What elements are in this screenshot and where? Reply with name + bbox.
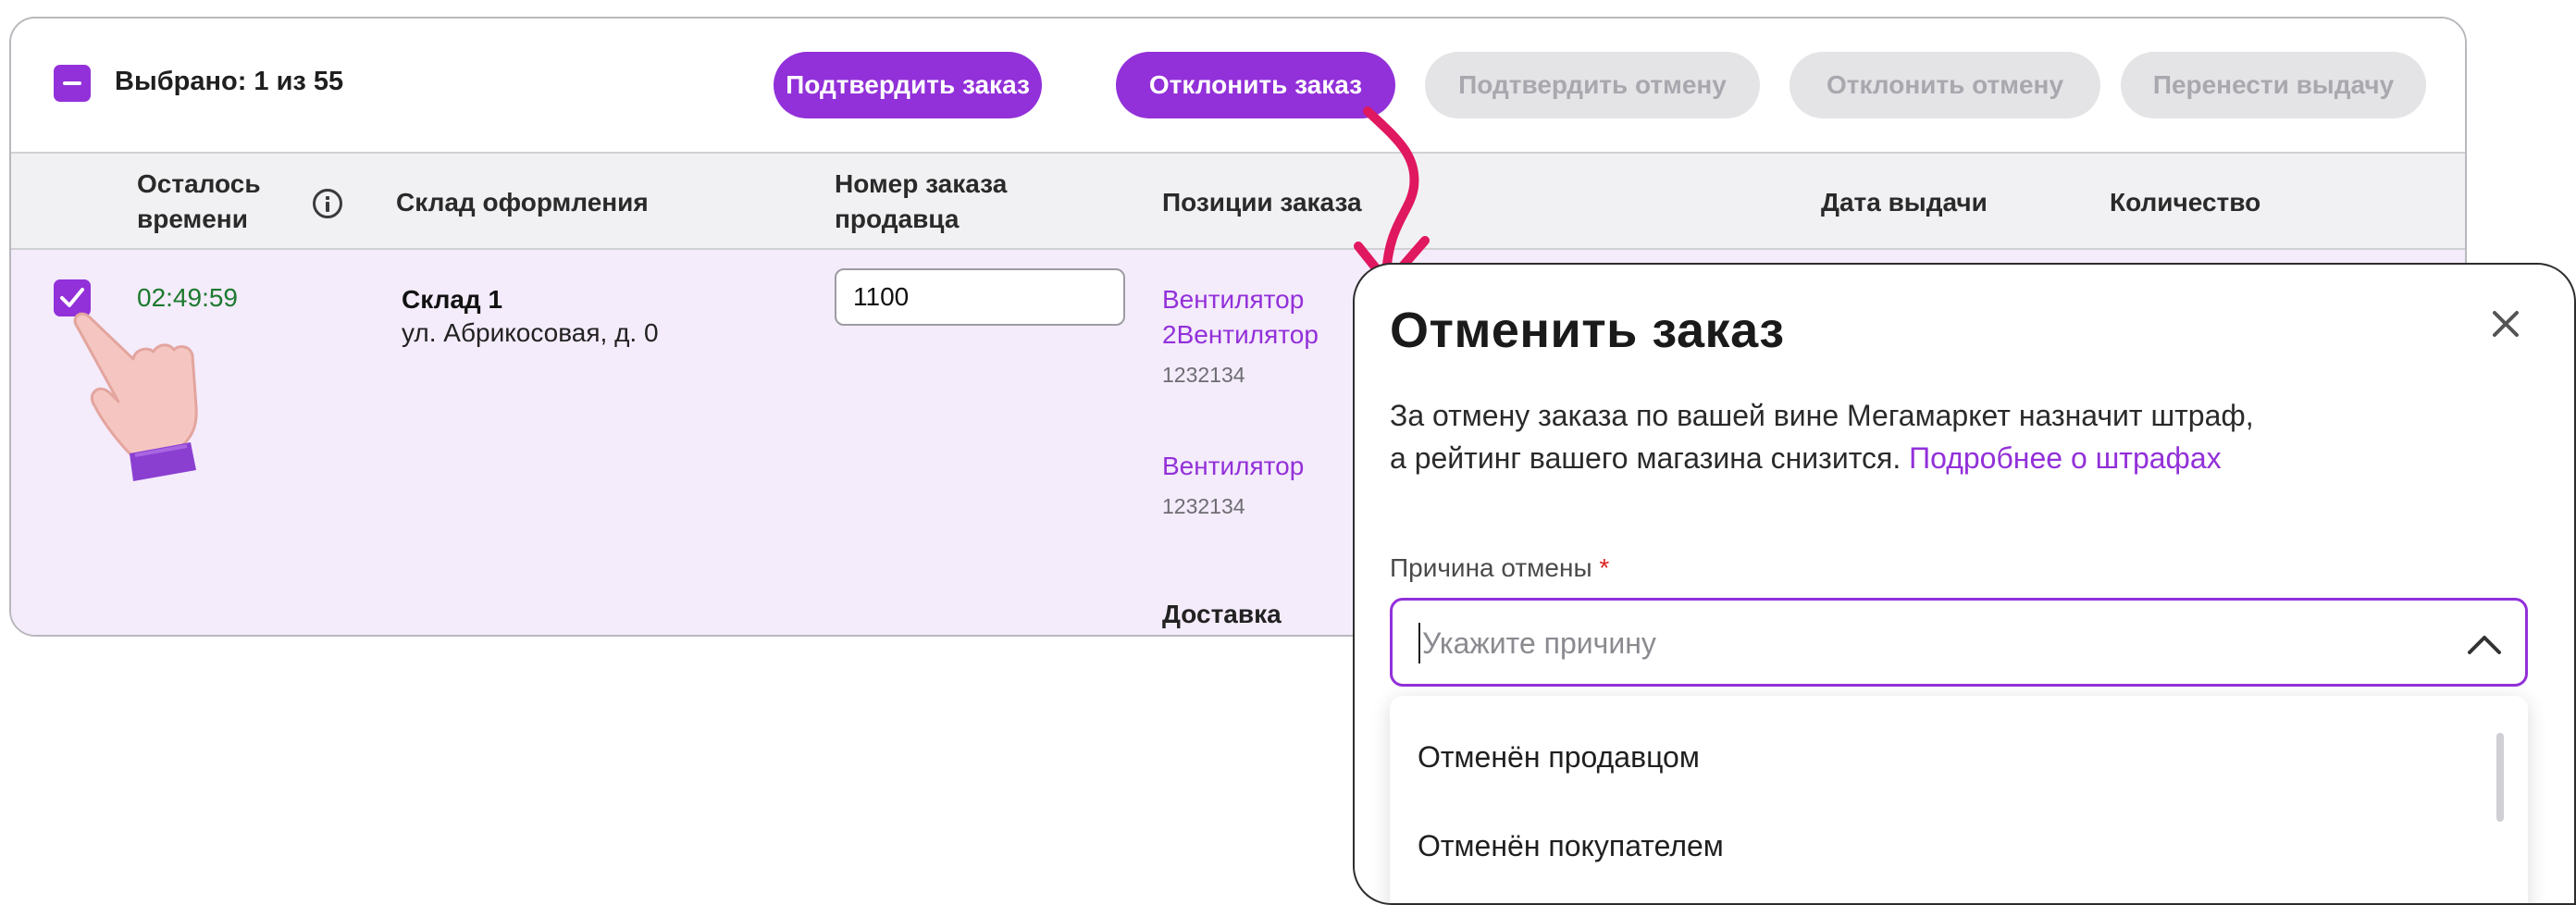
- reject-cancel-button[interactable]: Отклонить отмену: [1790, 52, 2100, 118]
- item-code: 1232134: [1162, 494, 1245, 518]
- arrow-icon: [1354, 106, 1430, 287]
- cancel-reason-label: Причина отмены *: [1390, 553, 1610, 582]
- item-link[interactable]: Вентилятор: [1162, 452, 1304, 481]
- item-link[interactable]: 2Вентилятор: [1162, 320, 1319, 350]
- header-warehouse: Склад оформления: [396, 188, 649, 217]
- hand-pointer-icon: [73, 312, 198, 481]
- seller-order-number-input[interactable]: [835, 268, 1125, 326]
- header-seller-order-number: Номер заказа продавца: [835, 169, 1008, 233]
- header-quantity: Количество: [2110, 188, 2261, 217]
- bulk-actions-toolbar: Выбрано: 1 из 55 Подтвердить заказ Откло…: [11, 19, 2465, 152]
- delivery-type: Доставка: [1162, 600, 1282, 628]
- header-delivery-date: Дата выдачи: [1821, 188, 1988, 217]
- selected-count-label: Выбрано: 1 из 55: [115, 67, 344, 96]
- close-icon[interactable]: [2485, 304, 2526, 344]
- option-cancelled-by-buyer[interactable]: Отменён покупателем: [1418, 829, 1724, 863]
- modal-description: За отмену заказа по вашей вине Мегамарке…: [1390, 399, 2254, 475]
- penalties-link[interactable]: Подробнее о штрафах: [1909, 441, 2222, 475]
- select-all-checkbox[interactable]: [54, 65, 91, 102]
- cancel-reason-select[interactable]: Укажите причину: [1390, 598, 2528, 687]
- cancel-order-modal: Отменить заказ За отмену заказа по вашей…: [1353, 263, 2576, 905]
- confirm-cancel-button[interactable]: Подтвердить отмену: [1425, 52, 1760, 118]
- warehouse-name: Склад 1: [402, 285, 503, 314]
- item-link[interactable]: Вентилятор: [1162, 285, 1304, 315]
- text-cursor: [1418, 623, 1420, 663]
- dropdown-scrollbar[interactable]: [2496, 733, 2504, 822]
- modal-title: Отменить заказ: [1390, 303, 1785, 358]
- reschedule-button[interactable]: Перенести выдачу: [2121, 52, 2426, 118]
- required-mark: *: [1599, 553, 1610, 582]
- chevron-up-icon[interactable]: [2466, 628, 2503, 662]
- table-header: Осталось времени Склад оформления Номер …: [11, 152, 2465, 250]
- info-icon[interactable]: [313, 189, 342, 218]
- header-time-left: Осталось времени: [137, 169, 261, 233]
- cancel-reason-dropdown: Отменён продавцом Отменён покупателем: [1390, 696, 2528, 903]
- item-code: 1232134: [1162, 363, 1245, 387]
- confirm-order-button[interactable]: Подтвердить заказ: [774, 52, 1042, 118]
- cancel-reason-placeholder: Укажите причину: [1422, 626, 1656, 660]
- warehouse-address: ул. Абрикосовая, д. 0: [402, 318, 659, 347]
- option-cancelled-by-seller[interactable]: Отменён продавцом: [1418, 740, 1700, 775]
